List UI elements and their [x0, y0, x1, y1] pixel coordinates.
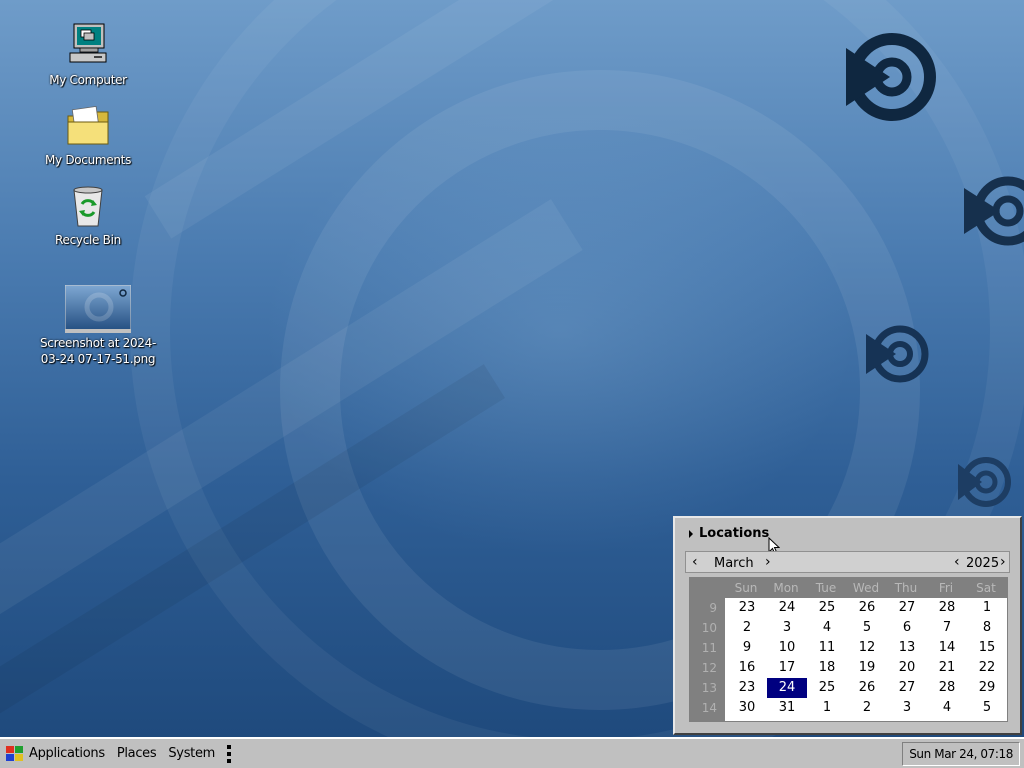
year-label: 2025: [966, 556, 1000, 571]
desktop-icon-label: Screenshot at 2024-03-24 07-17-51.png: [39, 336, 157, 366]
calendar-day[interactable]: 27: [887, 598, 927, 618]
panel-drag-handle[interactable]: [227, 744, 232, 763]
week-number: 12: [701, 661, 717, 675]
expander-arrow-icon: [689, 529, 693, 538]
calendar-navigation: ‹ March › ‹ 2025 ›: [685, 551, 1010, 573]
day-name-header: Fri: [938, 581, 954, 595]
calendar-day[interactable]: 1: [807, 698, 847, 718]
desktop-icon-screenshot[interactable]: Screenshot at 2024-03-24 07-17-51.png: [27, 284, 169, 367]
next-month-button[interactable]: ›: [765, 555, 771, 569]
calendar-day[interactable]: 3: [767, 618, 807, 638]
calendar-day[interactable]: 21: [927, 658, 967, 678]
desktop-icon-label: My Computer: [49, 73, 127, 87]
week-number: 14: [701, 701, 717, 715]
calendar-day[interactable]: 28: [927, 598, 967, 618]
prev-month-button[interactable]: ‹: [692, 555, 698, 569]
calendar-day[interactable]: 2: [727, 618, 767, 638]
calendar-day[interactable]: 6: [887, 618, 927, 638]
calendar-day[interactable]: 26: [847, 598, 887, 618]
taskbar: Applications Places System Sun Mar 24, 0…: [0, 737, 1024, 768]
calendar-day[interactable]: 2: [847, 698, 887, 718]
applications-label: Applications: [29, 746, 105, 761]
week-number: 13: [701, 681, 717, 695]
calendar-day[interactable]: 4: [807, 618, 847, 638]
calendar-day[interactable]: 7: [927, 618, 967, 638]
distro-logo-icon: [964, 176, 1024, 246]
calendar-day[interactable]: 30: [727, 698, 767, 718]
calendar-day[interactable]: 15: [967, 638, 1007, 658]
week-number: 10: [701, 621, 717, 635]
distro-logo-icon: [866, 325, 929, 383]
folder-icon: [64, 102, 112, 150]
system-menu[interactable]: System: [162, 742, 221, 766]
calendar-day[interactable]: 11: [807, 638, 847, 658]
places-menu[interactable]: Places: [111, 742, 163, 766]
calendar-day[interactable]: 5: [847, 618, 887, 638]
prev-year-button[interactable]: ‹: [954, 555, 960, 569]
system-label: System: [168, 746, 216, 761]
desktop-icon-my-computer[interactable]: My Computer: [33, 22, 143, 88]
next-year-button[interactable]: ›: [1000, 555, 1006, 569]
day-name-header: Sun: [734, 581, 758, 595]
calendar-day[interactable]: 25: [807, 598, 847, 618]
calendar-day[interactable]: 4: [927, 698, 967, 718]
day-name-header: Mon: [773, 581, 799, 595]
calendar-day[interactable]: 16: [727, 658, 767, 678]
day-name-header: Wed: [852, 581, 880, 595]
calendar-grid: Sun Mon Tue Wed Thu Fri Sat 9 23 24 25 26 27 28 1 10 2 3 4…: [689, 577, 1008, 722]
calendar-day[interactable]: 24: [767, 598, 807, 618]
applications-menu[interactable]: Applications: [0, 742, 111, 766]
locations-expander[interactable]: Locations: [689, 526, 769, 541]
calendar-day[interactable]: 13: [887, 638, 927, 658]
calendar-day[interactable]: 23: [727, 678, 767, 698]
calendar-day[interactable]: 17: [767, 658, 807, 678]
places-label: Places: [116, 746, 157, 761]
day-name-header: Tue: [815, 581, 837, 595]
calendar-day[interactable]: 25: [807, 678, 847, 698]
month-label: March: [714, 556, 754, 571]
calendar-day[interactable]: 14: [927, 638, 967, 658]
distro-logo-icon: [846, 33, 936, 121]
distro-logo-icon: [958, 457, 1011, 507]
clock-text: Sun Mar 24, 07:18: [909, 747, 1013, 761]
recycle-bin-icon: [64, 182, 112, 230]
clock-applet[interactable]: Sun Mar 24, 07:18: [902, 742, 1020, 766]
calendar-day[interactable]: 28: [927, 678, 967, 698]
calendar-day[interactable]: 18: [807, 658, 847, 678]
calendar-day[interactable]: 26: [847, 678, 887, 698]
calendar-day[interactable]: 5: [967, 698, 1007, 718]
image-thumbnail-icon: [64, 284, 132, 334]
calendar-day[interactable]: 8: [967, 618, 1007, 638]
windows-logo-icon: [4, 745, 24, 763]
calendar-day[interactable]: 23: [727, 598, 767, 618]
calendar-day-selected[interactable]: 24: [767, 678, 807, 698]
calendar-day[interactable]: 12: [847, 638, 887, 658]
locations-label: Locations: [699, 526, 770, 541]
desktop-icon-label: My Documents: [44, 153, 132, 167]
calendar-popup: Locations ‹ March › ‹ 2025 › Sun Mon Tue We…: [673, 516, 1022, 735]
desktop-icon-recycle-bin[interactable]: Recycle Bin: [33, 182, 143, 248]
calendar-day[interactable]: 31: [767, 698, 807, 718]
week-number: 9: [709, 601, 717, 615]
calendar-day[interactable]: 3: [887, 698, 927, 718]
calendar-day[interactable]: 22: [967, 658, 1007, 678]
calendar-day[interactable]: 9: [727, 638, 767, 658]
calendar-day[interactable]: 1: [967, 598, 1007, 618]
computer-icon: [64, 22, 112, 70]
desktop-icon-label: Recycle Bin: [55, 233, 121, 247]
day-name-header: Sat: [976, 581, 996, 595]
calendar-day[interactable]: 27: [887, 678, 927, 698]
calendar-day[interactable]: 29: [967, 678, 1007, 698]
calendar-day[interactable]: 10: [767, 638, 807, 658]
calendar-day[interactable]: 19: [847, 658, 887, 678]
week-number: 11: [701, 641, 717, 655]
day-name-header: Thu: [894, 581, 918, 595]
calendar-day[interactable]: 20: [887, 658, 927, 678]
desktop-icon-my-documents[interactable]: My Documents: [33, 102, 143, 168]
